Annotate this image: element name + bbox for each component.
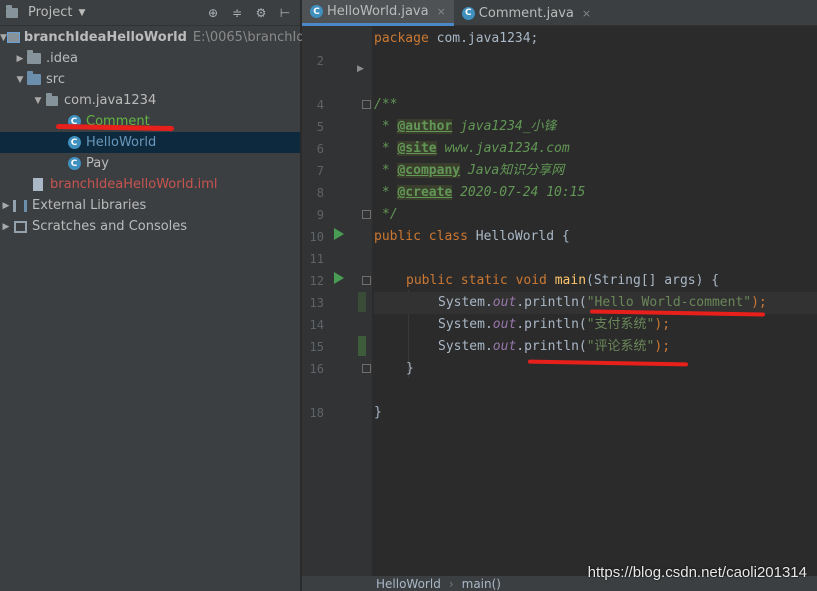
code-line-package: package com.java1234; <box>374 31 539 46</box>
code-line-doc-close: */ <box>382 207 398 222</box>
editor: C HelloWorld.java × C Comment.java × 2 4… <box>302 0 817 591</box>
code-line-main: public static void main(String[] args) { <box>406 273 720 288</box>
code-line-println-2: System.out.println("支付系统"); <box>438 317 671 332</box>
scratches-label: Scratches and Consoles <box>32 219 188 234</box>
project-panel-header: Project ▼ ⊕ ≑ ⚙ ⊢ <box>0 0 300 26</box>
line-number: 18 <box>309 406 324 420</box>
line-number: 8 <box>316 186 324 200</box>
package-icon <box>44 92 60 109</box>
vcs-change-marker[interactable] <box>358 292 366 312</box>
package-label: com.java1234 <box>64 93 157 108</box>
tree-item-helloworld[interactable]: C HelloWorld <box>0 132 300 153</box>
code-line-class: public class HelloWorld { <box>374 229 570 244</box>
class-icon: C <box>66 135 82 151</box>
class-icon: C <box>461 6 475 20</box>
line-number: 16 <box>309 362 324 376</box>
class-label-helloworld: HelloWorld <box>86 135 157 150</box>
src-label: src <box>46 72 65 87</box>
watermark: https://blog.csdn.net/caoli201314 <box>587 564 807 581</box>
folder-icon <box>26 50 42 67</box>
line-number: 4 <box>316 98 324 112</box>
root-name: branchIdeaHelloWorld <box>23 30 187 45</box>
line-number: 7 <box>316 164 324 178</box>
tab-label: HelloWorld.java <box>327 4 429 19</box>
iml-label: branchIdeaHelloWorld.iml <box>50 177 218 192</box>
tree-item-external-libraries[interactable]: ▶ External Libraries <box>0 195 300 216</box>
idea-label: .idea <box>46 51 78 66</box>
code-line-company: * @company Java知识分享网 <box>374 163 565 178</box>
source-folder-icon <box>26 71 42 88</box>
code-line-site: * @site www.java1234.com <box>374 141 570 156</box>
close-icon[interactable]: × <box>437 5 446 18</box>
tab-helloworld[interactable]: C HelloWorld.java × <box>302 0 454 26</box>
tree-item-iml[interactable]: branchIdeaHelloWorld.iml <box>0 174 300 195</box>
code-area[interactable]: package com.java1234; /** * @author java… <box>374 26 817 576</box>
external-libraries-label: External Libraries <box>32 198 147 213</box>
class-icon: C <box>310 5 323 18</box>
chevron-down-icon[interactable]: ▼ <box>0 33 7 43</box>
project-panel: Project ▼ ⊕ ≑ ⚙ ⊢ ▼ branchIdeaHelloWorld… <box>0 0 391 591</box>
gear-icon[interactable]: ⚙ <box>254 6 268 20</box>
module-icon <box>6 30 20 46</box>
scratches-icon <box>12 219 28 235</box>
iml-file-icon <box>30 177 46 193</box>
hide-panel-icon[interactable]: ⊢ <box>278 6 292 20</box>
class-icon: C <box>66 156 82 172</box>
line-number: 6 <box>316 142 324 156</box>
locate-icon[interactable]: ⊕ <box>206 6 220 20</box>
project-view-icon[interactable] <box>4 4 20 21</box>
project-panel-title[interactable]: Project <box>28 5 72 20</box>
tree-item-root[interactable]: ▼ branchIdeaHelloWorld E:\0065\branchIde… <box>0 27 391 48</box>
line-number: 15 <box>309 340 324 354</box>
tree-item-src[interactable]: ▼ src <box>0 69 300 90</box>
line-number: 12 <box>309 274 324 288</box>
tree-item-package[interactable]: ▼ com.java1234 <box>0 90 300 111</box>
editor-gutter[interactable]: 2 4 5 6 7 8 9 10 11 12 13 14 15 16 18 ▶ <box>302 26 372 576</box>
breadcrumb-method[interactable]: main() <box>462 577 501 591</box>
line-number: 2 <box>316 54 324 68</box>
breadcrumb-class[interactable]: HelloWorld <box>376 577 441 591</box>
line-number: 10 <box>309 230 324 244</box>
fold-icon[interactable] <box>362 276 371 285</box>
chevron-right-icon[interactable]: ▶ <box>0 201 12 211</box>
chevron-right-icon[interactable]: ▶ <box>0 222 12 232</box>
line-number: 5 <box>316 120 324 134</box>
chevron-right-icon: › <box>448 576 454 591</box>
chevron-right-icon[interactable]: ▶ <box>14 54 26 64</box>
line-number: 9 <box>316 208 324 222</box>
chevron-down-icon[interactable]: ▼ <box>78 8 85 18</box>
tree-item-scratches[interactable]: ▶ Scratches and Consoles <box>0 216 300 237</box>
line-number: 11 <box>309 252 324 266</box>
code-line-class-close: } <box>374 405 382 420</box>
code-line-author: * @author java1234_小锋 <box>374 119 557 134</box>
code-line-create: * @create 2020-07-24 10:15 <box>374 185 586 200</box>
fold-icon[interactable] <box>362 364 371 373</box>
tree-item-idea[interactable]: ▶ .idea <box>0 48 300 69</box>
tab-comment[interactable]: C Comment.java × <box>454 0 599 26</box>
tree-item-pay[interactable]: C Pay <box>0 153 300 174</box>
class-label-pay: Pay <box>86 156 109 171</box>
library-icon <box>12 198 28 214</box>
run-main-icon[interactable] <box>334 272 344 284</box>
code-line-doc-open: /** <box>374 97 398 112</box>
tab-label: Comment.java <box>478 5 574 21</box>
close-icon[interactable]: × <box>582 7 591 20</box>
line-number: 14 <box>309 318 324 332</box>
editor-tabs: C HelloWorld.java × C Comment.java × <box>302 0 817 26</box>
collapse-all-icon[interactable]: ≑ <box>230 6 244 20</box>
code-line-println-3: System.out.println("评论系统"); <box>438 339 671 354</box>
fold-icon[interactable] <box>362 210 371 219</box>
chevron-down-icon[interactable]: ▼ <box>32 96 44 106</box>
fold-arrow-icon[interactable]: ▶ <box>357 64 364 74</box>
vcs-change-marker[interactable] <box>358 336 366 356</box>
chevron-down-icon[interactable]: ▼ <box>14 75 26 85</box>
fold-icon[interactable] <box>362 100 371 109</box>
run-class-icon[interactable] <box>334 228 344 240</box>
line-number: 13 <box>309 296 324 310</box>
